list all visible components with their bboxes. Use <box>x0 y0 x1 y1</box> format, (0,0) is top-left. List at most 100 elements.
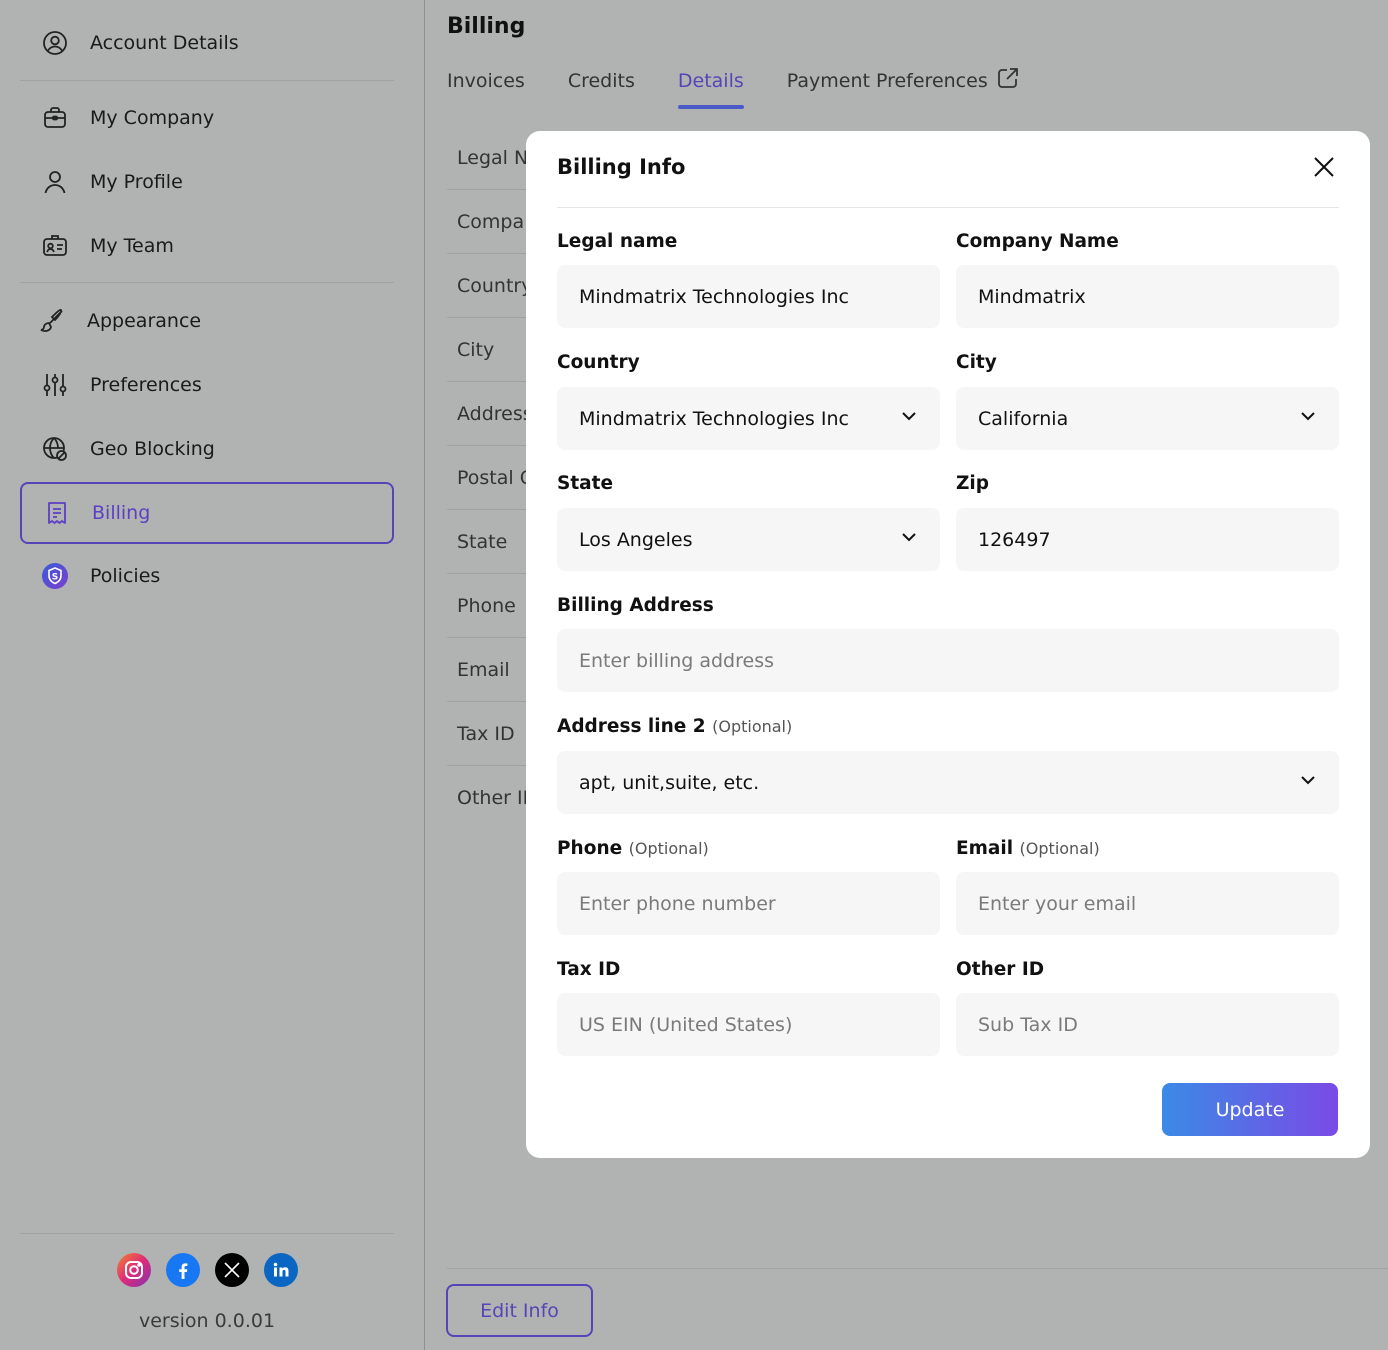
sidebar-item-label: My Team <box>90 235 174 257</box>
sidebar-item-preferences[interactable]: Preferences <box>20 354 394 416</box>
tab-label: Details <box>677 69 744 92</box>
email-label: Email (Optional) <box>956 838 1100 859</box>
tax-id-field[interactable] <box>557 993 940 1056</box>
receipt-icon <box>42 498 72 528</box>
country-select[interactable]: Mindmatrix Technologies Inc <box>557 387 940 450</box>
sidebar: Account Details My Company My Profile My… <box>0 0 425 1350</box>
close-button[interactable] <box>1308 153 1340 185</box>
company-name-field[interactable] <box>956 265 1339 328</box>
optional-tag: (Optional) <box>1019 839 1100 858</box>
divider <box>20 1233 394 1234</box>
external-link-icon <box>996 66 1020 95</box>
billing-address-input[interactable] <box>579 649 1317 672</box>
other-id-field[interactable] <box>956 993 1339 1056</box>
version-label: version 0.0.01 <box>138 1310 276 1332</box>
zip-label: Zip <box>956 473 989 494</box>
linkedin-icon[interactable] <box>264 1253 298 1287</box>
sidebar-item-label: Account Details <box>90 32 239 54</box>
email-field[interactable] <box>956 872 1339 935</box>
edit-info-button[interactable]: Edit Info <box>446 1284 593 1337</box>
sidebar-item-policies[interactable]: S Policies <box>20 545 394 607</box>
billing-info-modal: Billing Info Legal name Company Name Cou… <box>526 131 1370 1158</box>
state-select[interactable]: Los Angeles <box>557 508 940 571</box>
shield-icon: S <box>40 561 70 591</box>
divider <box>557 207 1339 208</box>
page-title: Billing <box>447 14 526 39</box>
sidebar-item-appearance[interactable]: Appearance <box>20 290 394 352</box>
other-id-label: Other ID <box>956 959 1045 980</box>
sidebar-item-my-company[interactable]: My Company <box>20 87 394 149</box>
briefcase-icon <box>40 103 70 133</box>
billing-address-label: Billing Address <box>557 595 714 616</box>
divider <box>20 282 394 283</box>
globe-block-icon <box>40 434 70 464</box>
city-select[interactable]: California <box>956 387 1339 450</box>
phone-field[interactable] <box>557 872 940 935</box>
sidebar-item-label: Appearance <box>87 310 202 332</box>
country-value: Mindmatrix Technologies Inc <box>579 407 849 430</box>
optional-tag: (Optional) <box>628 839 709 858</box>
sidebar-item-geo-blocking[interactable]: Geo Blocking <box>20 418 394 480</box>
company-name-label: Company Name <box>956 231 1119 252</box>
sidebar-item-my-team[interactable]: My Team <box>20 215 394 277</box>
sidebar-item-account-details[interactable]: Account Details <box>20 12 394 74</box>
paint-brush-icon <box>37 306 67 336</box>
state-value: Los Angeles <box>579 528 693 551</box>
legal-name-label: Legal name <box>557 231 678 252</box>
email-input[interactable] <box>978 892 1317 915</box>
user-icon <box>40 167 70 197</box>
tab-credits[interactable]: Credits <box>568 66 635 109</box>
address-line2-value: apt, unit,suite, etc. <box>579 771 760 794</box>
close-icon <box>1313 156 1335 182</box>
sidebar-item-label: My Company <box>90 107 215 129</box>
facebook-icon[interactable] <box>166 1253 200 1287</box>
sliders-icon <box>40 370 70 400</box>
chevron-down-icon <box>900 528 918 551</box>
optional-tag: (Optional) <box>712 717 793 736</box>
user-circle-icon <box>40 28 70 58</box>
x-icon[interactable] <box>215 1253 249 1287</box>
legal-name-input[interactable] <box>579 285 918 308</box>
tax-id-label: Tax ID <box>557 959 621 980</box>
sidebar-item-label: Policies <box>90 565 161 587</box>
divider <box>20 80 394 81</box>
sidebar-item-label: My Profile <box>90 171 183 193</box>
zip-input[interactable] <box>978 528 1317 551</box>
address-line2-select[interactable]: apt, unit,suite, etc. <box>557 751 1339 814</box>
state-label: State <box>557 473 614 494</box>
tab-label: Credits <box>567 69 635 92</box>
billing-address-field[interactable] <box>557 629 1339 692</box>
address-line2-label: Address line 2 (Optional) <box>557 716 792 737</box>
svg-text:S: S <box>52 573 58 583</box>
instagram-icon[interactable] <box>117 1253 151 1287</box>
tab-invoices[interactable]: Invoices <box>447 66 525 109</box>
phone-label: Phone (Optional) <box>557 838 709 859</box>
update-button[interactable]: Update <box>1162 1083 1338 1136</box>
modal-title: Billing Info <box>557 155 686 179</box>
country-label: Country <box>557 352 640 373</box>
company-name-input[interactable] <box>978 285 1317 308</box>
tab-label: Payment Preferences <box>786 69 988 92</box>
sidebar-item-label: Billing <box>92 502 151 524</box>
label-text: Email <box>956 838 1014 859</box>
phone-input[interactable] <box>579 892 918 915</box>
sidebar-item-billing[interactable]: Billing <box>20 482 394 544</box>
chevron-down-icon <box>900 407 918 430</box>
chevron-down-icon <box>1299 407 1317 430</box>
chevron-down-icon <box>1299 771 1317 794</box>
tab-label: Invoices <box>447 69 525 92</box>
tab-payment-preferences[interactable]: Payment Preferences <box>787 66 1020 109</box>
sidebar-item-label: Preferences <box>90 374 202 396</box>
legal-name-field[interactable] <box>557 265 940 328</box>
zip-field[interactable] <box>956 508 1339 571</box>
id-card-icon <box>40 231 70 261</box>
city-value: California <box>978 407 1069 430</box>
tax-id-input[interactable] <box>579 1013 918 1036</box>
label-text: Address line 2 <box>557 716 706 737</box>
tab-details[interactable]: Details <box>677 66 744 109</box>
sidebar-item-label: Geo Blocking <box>90 438 215 460</box>
sidebar-item-my-profile[interactable]: My Profile <box>20 151 394 213</box>
other-id-input[interactable] <box>978 1013 1317 1036</box>
city-label: City <box>956 352 997 373</box>
tab-bar: Invoices Credits Details Payment Prefere… <box>447 66 1020 109</box>
